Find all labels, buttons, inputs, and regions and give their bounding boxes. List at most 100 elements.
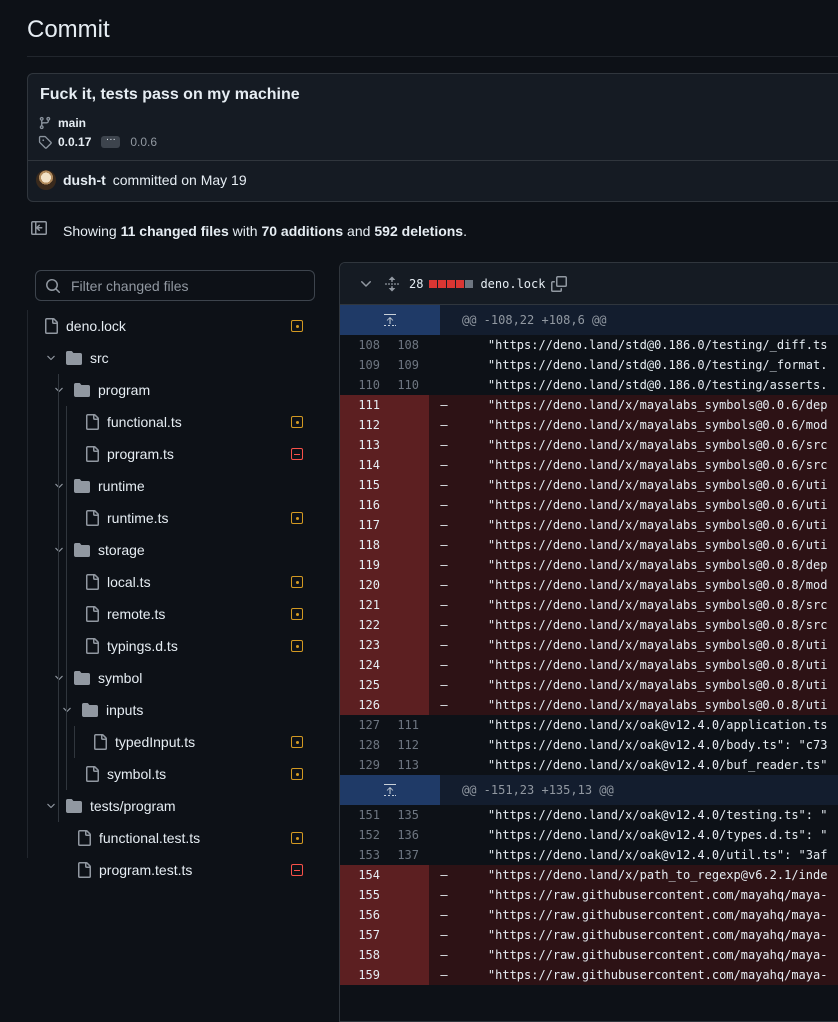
chevron-down-icon[interactable]: [45, 352, 57, 364]
old-line-number[interactable]: 129: [340, 755, 380, 775]
filter-files-field[interactable]: [35, 270, 315, 301]
new-line-number[interactable]: [380, 965, 429, 985]
tree-file-item[interactable]: typings.d.ts: [84, 630, 178, 662]
tree-folder-item[interactable]: program: [53, 374, 150, 406]
chevron-down-icon[interactable]: [45, 800, 57, 812]
new-line-number[interactable]: 112: [380, 735, 429, 755]
old-line-number[interactable]: 151: [340, 805, 380, 825]
unfold-icon[interactable]: [384, 276, 400, 292]
new-line-number[interactable]: [380, 515, 429, 535]
old-line-number[interactable]: 109: [340, 355, 380, 375]
old-line-number[interactable]: 126: [340, 695, 380, 715]
tree-folder-item[interactable]: tests/program: [45, 790, 176, 822]
old-line-number[interactable]: 158: [340, 945, 380, 965]
new-line-number[interactable]: 109: [380, 355, 429, 375]
new-line-number[interactable]: [380, 575, 429, 595]
new-line-number[interactable]: [380, 455, 429, 475]
old-line-number[interactable]: 119: [340, 555, 380, 575]
diff-file-name[interactable]: deno.lock: [480, 277, 545, 291]
new-line-number[interactable]: [380, 925, 429, 945]
tree-folder-item[interactable]: inputs: [61, 694, 143, 726]
old-line-number[interactable]: 123: [340, 635, 380, 655]
author-link[interactable]: dush-t: [63, 172, 106, 188]
chevron-down-icon[interactable]: [53, 544, 65, 556]
old-line-number[interactable]: 110: [340, 375, 380, 395]
old-line-number[interactable]: 112: [340, 415, 380, 435]
branch-link[interactable]: main: [58, 116, 86, 130]
new-line-number[interactable]: [380, 535, 429, 555]
new-line-number[interactable]: [380, 395, 429, 415]
old-line-number[interactable]: 122: [340, 615, 380, 635]
new-line-number[interactable]: [380, 675, 429, 695]
chevron-down-icon[interactable]: [61, 704, 73, 716]
new-line-number[interactable]: [380, 435, 429, 455]
old-line-number[interactable]: 124: [340, 655, 380, 675]
new-line-number[interactable]: [380, 865, 429, 885]
chevron-down-icon[interactable]: [53, 672, 65, 684]
new-line-number[interactable]: [380, 905, 429, 925]
old-line-number[interactable]: 117: [340, 515, 380, 535]
new-line-number[interactable]: 137: [380, 845, 429, 865]
new-line-number[interactable]: 135: [380, 805, 429, 825]
old-line-number[interactable]: 156: [340, 905, 380, 925]
new-line-number[interactable]: 110: [380, 375, 429, 395]
old-line-number[interactable]: 154: [340, 865, 380, 885]
old-line-number[interactable]: 111: [340, 395, 380, 415]
filter-files-input[interactable]: [69, 276, 313, 295]
new-line-number[interactable]: [380, 475, 429, 495]
new-line-number[interactable]: [380, 655, 429, 675]
old-line-number[interactable]: 157: [340, 925, 380, 945]
new-line-number[interactable]: [380, 695, 429, 715]
avatar[interactable]: [36, 170, 56, 190]
old-line-number[interactable]: 114: [340, 455, 380, 475]
tree-file-item[interactable]: runtime.ts: [84, 502, 168, 534]
old-line-number[interactable]: 128: [340, 735, 380, 755]
old-line-number[interactable]: 108: [340, 335, 380, 355]
tree-file-item[interactable]: program.test.ts: [76, 854, 192, 886]
tree-file-item[interactable]: remote.ts: [84, 598, 165, 630]
copy-icon[interactable]: [551, 275, 568, 292]
tag-link-secondary[interactable]: 0.0.6: [130, 135, 157, 149]
expand-hunk-button[interactable]: [340, 775, 440, 805]
tree-file-item[interactable]: symbol.ts: [84, 758, 166, 790]
new-line-number[interactable]: 113: [380, 755, 429, 775]
tree-file-item[interactable]: functional.ts: [84, 406, 182, 438]
old-line-number[interactable]: 152: [340, 825, 380, 845]
new-line-number[interactable]: [380, 635, 429, 655]
new-line-number[interactable]: 108: [380, 335, 429, 355]
old-line-number[interactable]: 153: [340, 845, 380, 865]
tree-folder-item[interactable]: src: [45, 342, 109, 374]
sidebar-toggle-icon[interactable]: [31, 220, 47, 236]
expand-hunk-button[interactable]: [340, 305, 440, 335]
chevron-down-icon[interactable]: [53, 384, 65, 396]
chevron-down-icon[interactable]: [358, 276, 374, 292]
new-line-number[interactable]: [380, 945, 429, 965]
tag-link[interactable]: 0.0.17: [58, 135, 91, 149]
new-line-number[interactable]: 136: [380, 825, 429, 845]
tree-file-item[interactable]: deno.lock: [43, 310, 126, 342]
old-line-number[interactable]: 155: [340, 885, 380, 905]
new-line-number[interactable]: [380, 595, 429, 615]
old-line-number[interactable]: 120: [340, 575, 380, 595]
file-modified-icon: [291, 768, 303, 780]
new-line-number[interactable]: [380, 555, 429, 575]
tree-file-item[interactable]: functional.test.ts: [76, 822, 200, 854]
old-line-number[interactable]: 125: [340, 675, 380, 695]
new-line-number[interactable]: [380, 415, 429, 435]
expand-tags-button[interactable]: ···: [101, 135, 121, 148]
new-line-number[interactable]: 111: [380, 715, 429, 735]
old-line-number[interactable]: 121: [340, 595, 380, 615]
old-line-number[interactable]: 118: [340, 535, 380, 555]
chevron-down-icon[interactable]: [53, 480, 65, 492]
old-line-number[interactable]: 116: [340, 495, 380, 515]
new-line-number[interactable]: [380, 615, 429, 635]
old-line-number[interactable]: 113: [340, 435, 380, 455]
tree-file-item[interactable]: program.ts: [84, 438, 174, 470]
new-line-number[interactable]: [380, 495, 429, 515]
old-line-number[interactable]: 127: [340, 715, 380, 735]
new-line-number[interactable]: [380, 885, 429, 905]
tree-file-item[interactable]: local.ts: [84, 566, 151, 598]
old-line-number[interactable]: 115: [340, 475, 380, 495]
old-line-number[interactable]: 159: [340, 965, 380, 985]
tree-file-item[interactable]: typedInput.ts: [92, 726, 195, 758]
